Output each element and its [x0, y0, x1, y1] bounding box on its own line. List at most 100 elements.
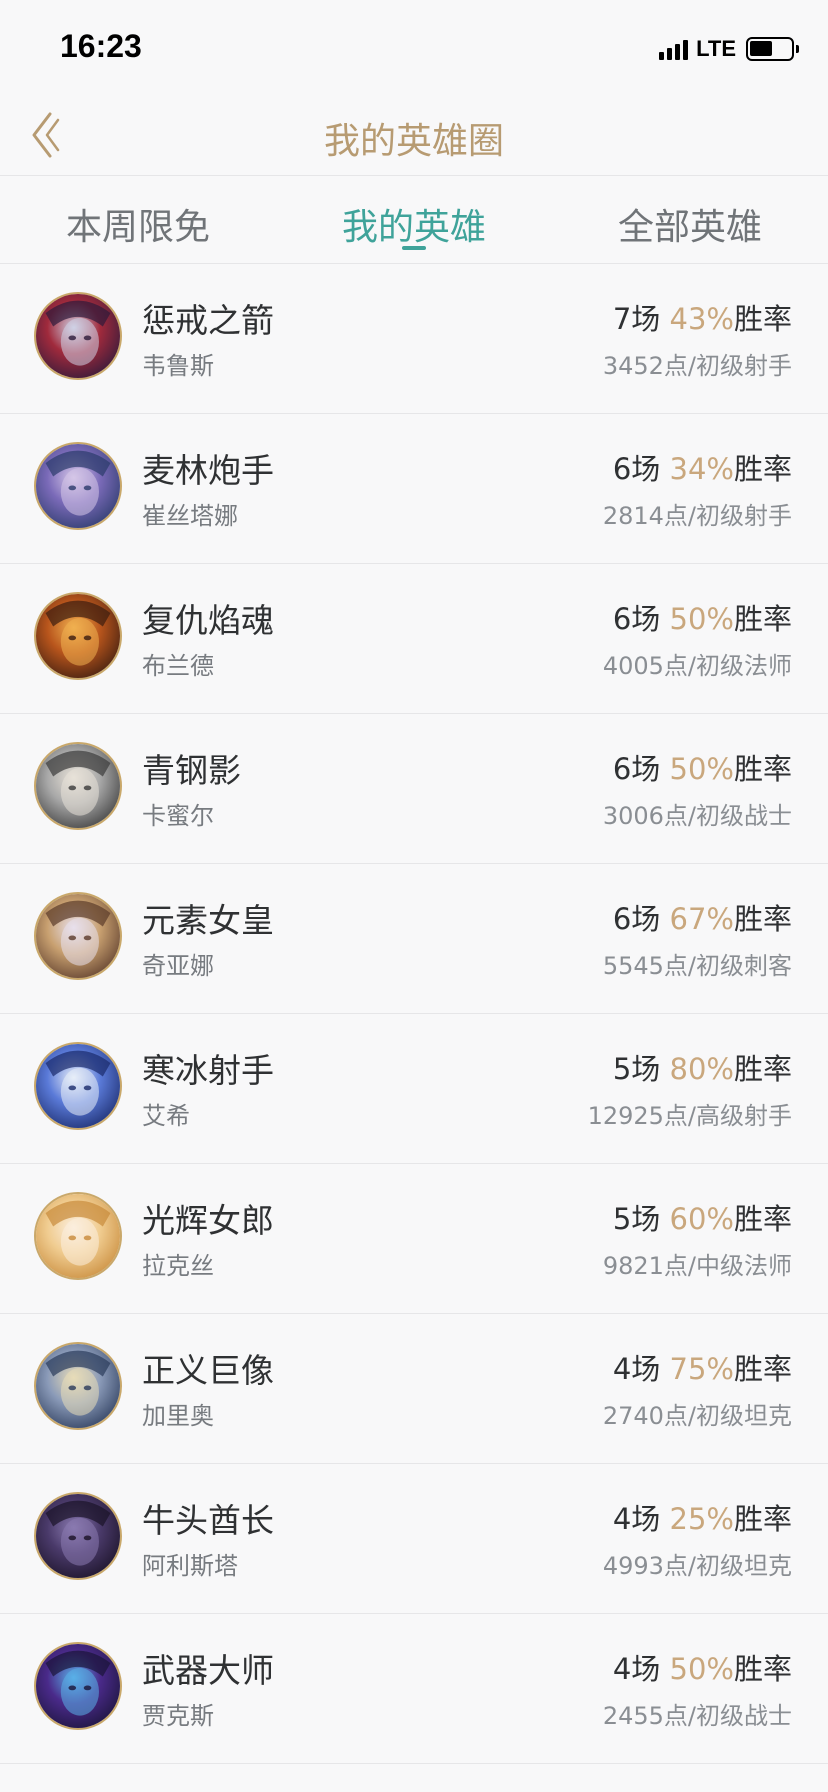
hero-points: 3452点/初级射手 — [602, 352, 792, 380]
hero-avatar — [34, 1642, 122, 1730]
games-count: 4 — [612, 1352, 632, 1386]
tab-bar: 本周限免 我的英雄 全部英雄 — [0, 176, 828, 264]
hero-name: 加里奥 — [142, 1402, 214, 1430]
hero-avatar — [34, 1042, 122, 1130]
status-time: 16:23 — [60, 28, 142, 64]
hero-title: 牛头酋长 — [142, 1501, 274, 1540]
win-rate-suffix: 胜率 — [733, 452, 792, 486]
hero-stats: 4场 25%胜率 — [613, 1496, 792, 1538]
hero-title: 麦林炮手 — [142, 451, 274, 490]
hero-avatar — [34, 592, 122, 680]
games-unit: 场 — [631, 602, 661, 636]
hero-list: 惩戒之箭 韦鲁斯 7场 43%胜率 3452点/初级射手 麦林炮手 崔丝塔娜 6… — [0, 264, 828, 1764]
win-rate: 34% — [669, 452, 734, 486]
games-unit: 场 — [631, 1052, 661, 1086]
games-count: 4 — [612, 1652, 632, 1686]
hero-avatar — [34, 1492, 122, 1580]
tab-all-heroes[interactable]: 全部英雄 — [552, 176, 828, 264]
hero-stats: 6场 50%胜率 — [613, 746, 792, 788]
hero-name: 奇亚娜 — [142, 952, 214, 980]
hero-points: 4005点/初级法师 — [602, 652, 792, 680]
hero-row[interactable]: 牛头酋长 阿利斯塔 4场 25%胜率 4993点/初级坦克 — [0, 1464, 828, 1614]
hero-name: 阿利斯塔 — [142, 1552, 238, 1580]
hero-row[interactable]: 复仇焰魂 布兰德 6场 50%胜率 4005点/初级法师 — [0, 564, 828, 714]
games-unit: 场 — [631, 902, 661, 936]
tab-my-heroes[interactable]: 我的英雄 — [276, 176, 552, 264]
hero-name: 布兰德 — [142, 652, 214, 680]
win-rate-suffix: 胜率 — [733, 302, 792, 336]
games-count: 6 — [612, 902, 632, 936]
hero-title: 寒冰射手 — [142, 1051, 274, 1090]
win-rate: 43% — [669, 302, 734, 336]
win-rate: 50% — [669, 1652, 734, 1686]
hero-row[interactable]: 元素女皇 奇亚娜 6场 67%胜率 5545点/初级刺客 — [0, 864, 828, 1014]
hero-row[interactable]: 青钢影 卡蜜尔 6场 50%胜率 3006点/初级战士 — [0, 714, 828, 864]
games-count: 5 — [612, 1202, 632, 1236]
hero-name: 韦鲁斯 — [142, 352, 214, 380]
win-rate-suffix: 胜率 — [733, 1352, 792, 1386]
win-rate: 50% — [669, 602, 734, 636]
hero-name: 艾希 — [142, 1102, 190, 1130]
page-title: 我的英雄圈 — [323, 121, 504, 162]
win-rate-suffix: 胜率 — [733, 752, 792, 786]
active-tab-indicator — [402, 246, 426, 250]
hero-row[interactable]: 正义巨像 加里奥 4场 75%胜率 2740点/初级坦克 — [0, 1314, 828, 1464]
battery-icon — [746, 37, 799, 61]
hero-points: 12925点/高级射手 — [587, 1102, 792, 1130]
status-indicators: LTE — [659, 34, 799, 64]
screen: 16:23 LTE 我的英雄圈 本周限免 我的英雄 全部英雄 惩戒之箭 韦鲁斯 … — [0, 0, 828, 1792]
hero-avatar — [34, 292, 122, 380]
hero-name: 拉克丝 — [142, 1252, 214, 1280]
games-count: 6 — [612, 602, 632, 636]
games-unit: 场 — [631, 752, 661, 786]
games-unit: 场 — [631, 452, 661, 486]
hero-stats: 4场 75%胜率 — [613, 1346, 792, 1388]
win-rate-suffix: 胜率 — [733, 602, 792, 636]
games-unit: 场 — [631, 302, 661, 336]
hero-avatar — [34, 1192, 122, 1280]
hero-stats: 4场 50%胜率 — [613, 1646, 792, 1688]
games-unit: 场 — [631, 1502, 661, 1536]
hero-title: 武器大师 — [142, 1651, 274, 1690]
hero-row[interactable]: 武器大师 贾克斯 4场 50%胜率 2455点/初级战士 — [0, 1614, 828, 1764]
win-rate-suffix: 胜率 — [733, 1502, 792, 1536]
win-rate: 75% — [669, 1352, 734, 1386]
win-rate: 25% — [669, 1502, 734, 1536]
hero-points: 3006点/初级战士 — [602, 802, 792, 830]
tab-weekly-free[interactable]: 本周限免 — [0, 176, 276, 264]
hero-row[interactable]: 惩戒之箭 韦鲁斯 7场 43%胜率 3452点/初级射手 — [0, 264, 828, 414]
hero-stats: 6场 67%胜率 — [613, 896, 792, 938]
win-rate-suffix: 胜率 — [733, 1202, 792, 1236]
win-rate: 67% — [669, 902, 734, 936]
hero-points: 2814点/初级射手 — [602, 502, 792, 530]
hero-row[interactable]: 麦林炮手 崔丝塔娜 6场 34%胜率 2814点/初级射手 — [0, 414, 828, 564]
hero-row[interactable]: 光辉女郎 拉克丝 5场 60%胜率 9821点/中级法师 — [0, 1164, 828, 1314]
hero-title: 元素女皇 — [142, 901, 274, 940]
hero-stats: 7场 43%胜率 — [613, 296, 792, 338]
hero-title: 青钢影 — [142, 751, 241, 790]
hero-points: 5545点/初级刺客 — [602, 952, 792, 980]
hero-avatar — [34, 742, 122, 830]
hero-stats: 6场 50%胜率 — [613, 596, 792, 638]
hero-avatar — [34, 442, 122, 530]
hero-points: 4993点/初级坦克 — [602, 1552, 792, 1580]
win-rate: 80% — [669, 1052, 734, 1086]
hero-row[interactable]: 寒冰射手 艾希 5场 80%胜率 12925点/高级射手 — [0, 1014, 828, 1164]
games-count: 6 — [612, 752, 632, 786]
hero-title: 惩戒之箭 — [142, 301, 274, 340]
hero-name: 崔丝塔娜 — [142, 502, 238, 530]
win-rate-suffix: 胜率 — [733, 1052, 792, 1086]
hero-avatar — [34, 892, 122, 980]
games-unit: 场 — [631, 1652, 661, 1686]
status-bar: 16:23 LTE — [0, 0, 828, 100]
games-count: 5 — [612, 1052, 632, 1086]
win-rate: 60% — [669, 1202, 734, 1236]
win-rate-suffix: 胜率 — [733, 902, 792, 936]
hero-stats: 5场 60%胜率 — [613, 1196, 792, 1238]
games-unit: 场 — [631, 1202, 661, 1236]
hero-name: 贾克斯 — [142, 1702, 214, 1730]
hero-avatar — [34, 1342, 122, 1430]
win-rate-suffix: 胜率 — [733, 1652, 792, 1686]
games-count: 7 — [612, 302, 632, 336]
games-count: 4 — [612, 1502, 632, 1536]
